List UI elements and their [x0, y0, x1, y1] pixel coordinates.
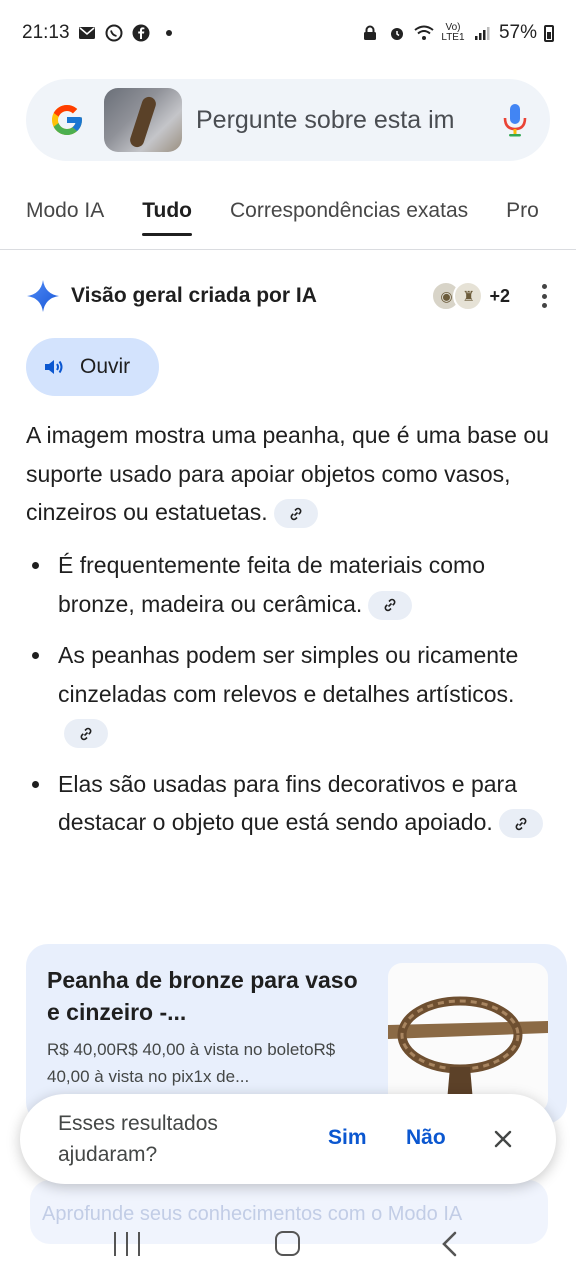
search-tabs: Modo IA Tudo Correspondências exatas Pro [0, 186, 576, 250]
tab-label: Correspondências exatas [229, 199, 469, 222]
home-icon[interactable] [275, 1231, 300, 1256]
tab-correspondencias-exatas[interactable]: Correspondências exatas [230, 186, 468, 236]
listen-label: Ouvir [80, 355, 131, 378]
sparkle-icon [27, 280, 59, 312]
source-count[interactable]: +2 [489, 286, 510, 307]
more-options-icon[interactable] [538, 284, 550, 308]
facebook-icon [131, 23, 151, 43]
battery-icon [544, 24, 554, 42]
bullet-text: Elas são usadas para fins decorativos e … [58, 770, 517, 836]
listen-button[interactable]: Ouvir [26, 338, 159, 396]
back-icon[interactable] [440, 1231, 460, 1257]
ai-overview-bullets: É frequentemente feita de materiais como… [26, 546, 550, 855]
tab-modo-ia[interactable]: Modo IA [26, 186, 104, 236]
navigation-bar [0, 1220, 576, 1280]
close-icon[interactable] [488, 1124, 518, 1154]
result-image[interactable] [388, 963, 548, 1113]
email-icon [77, 23, 97, 43]
result-description: R$ 40,00R$ 40,00 à vista no boletoR$ 40,… [47, 1040, 336, 1086]
status-right: Vo) LTE1 57% [360, 22, 554, 44]
ai-overview-header: Visão geral criada por IA ◉ ♜ +2 [26, 276, 550, 316]
result-title[interactable]: Peanha de bronze para vaso e cinzeiro -.… [47, 964, 367, 1028]
feedback-question: Esses resultados ajudaram? [58, 1112, 218, 1166]
list-item: Elas são usadas para fins decorativos e … [26, 765, 550, 842]
tab-label: Modo IA [26, 199, 105, 222]
notification-dot-icon [165, 30, 172, 36]
list-item: É frequentemente feita de materiais como… [26, 546, 550, 623]
feedback-no-button[interactable]: Não [406, 1126, 446, 1150]
ai-sources[interactable]: ◉ ♜ +2 [431, 281, 510, 311]
tab-label: Tudo [142, 199, 192, 222]
source-avatar[interactable]: ♜ [453, 281, 484, 311]
link-icon[interactable] [273, 499, 318, 529]
google-logo-icon[interactable] [48, 101, 86, 139]
query-image-thumbnail[interactable] [104, 88, 182, 152]
link-icon[interactable] [64, 719, 108, 749]
search-bar[interactable]: Pergunte sobre esta im [26, 79, 550, 161]
tab-label: Pro [506, 199, 539, 222]
battery-percent: 57% [498, 22, 537, 43]
feedback-popup: Esses resultados ajudaram? Sim Não [20, 1094, 556, 1184]
feedback-yes-button[interactable]: Sim [328, 1126, 367, 1150]
wifi-icon [414, 23, 434, 43]
alarm-icon [387, 23, 407, 43]
link-icon[interactable] [368, 590, 413, 620]
bronze-stand-illustration [388, 996, 548, 1113]
recent-apps-icon[interactable] [114, 1232, 140, 1256]
tab-products[interactable]: Pro [506, 186, 539, 236]
lock-icon [360, 23, 380, 43]
speaker-icon [45, 360, 63, 374]
mic-icon[interactable] [496, 101, 534, 139]
signal-icon [472, 23, 492, 43]
tab-tudo[interactable]: Tudo [142, 186, 192, 236]
status-left: 21:13 [22, 22, 172, 44]
whatsapp-icon [104, 23, 124, 43]
ai-overview-title: Visão geral criada por IA [71, 284, 317, 307]
link-icon[interactable] [498, 809, 543, 839]
status-bar: 21:13 Vo) LTE1 57% [0, 0, 576, 66]
search-input[interactable]: Pergunte sobre esta im [196, 106, 496, 135]
bullet-text: As peanhas podem ser simples ou ricament… [58, 642, 519, 707]
status-time: 21:13 [22, 22, 70, 43]
network-label: Vo) LTE1 [441, 22, 465, 43]
bullet-text: É frequentemente feita de materiais como… [58, 552, 486, 617]
list-item: As peanhas podem ser simples ou ricament… [26, 636, 550, 752]
ai-overview-intro: A imagem mostra uma peanha, que é uma ba… [26, 416, 550, 532]
